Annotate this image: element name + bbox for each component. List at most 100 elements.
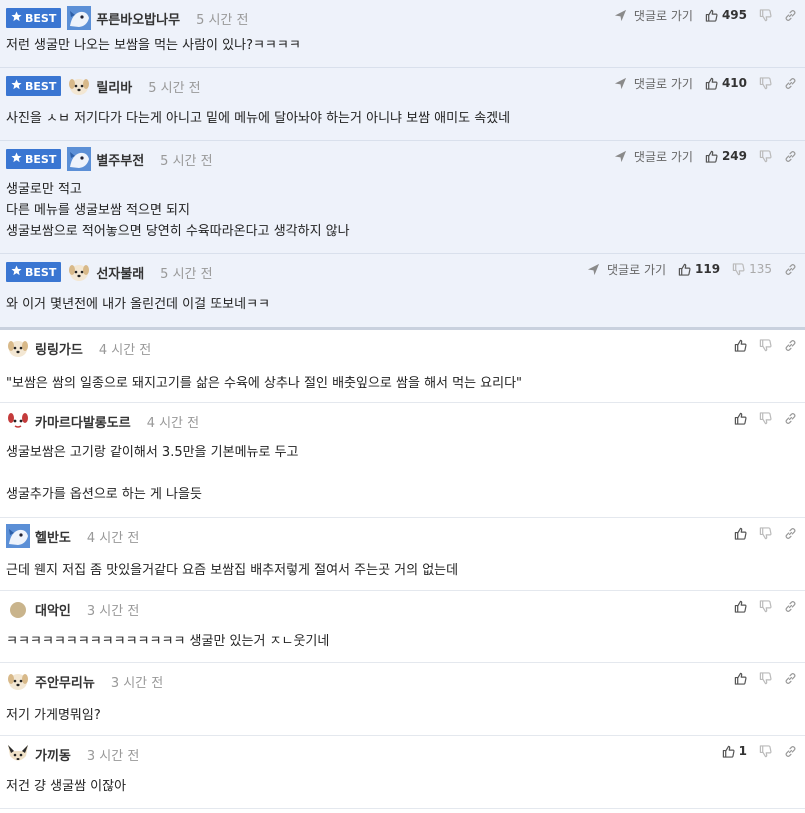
downvote-button[interactable] <box>759 671 772 685</box>
upvote-button[interactable]: 1 <box>722 744 747 758</box>
comment-header: 헬반도 4 시간 전 <box>6 524 139 548</box>
upvote-button[interactable] <box>734 339 747 352</box>
comment-body: 근데 웬지 저집 좀 맛있을거같다 요즘 보쌈집 배추저렇게 절여서 주는곳 거… <box>6 560 458 581</box>
thumbs-up-icon <box>734 339 747 352</box>
upvote-button[interactable] <box>734 672 747 685</box>
downvote-button[interactable] <box>759 526 772 540</box>
reply-link[interactable]: 댓글로 가기 <box>614 148 693 165</box>
comment-item: 카마르다발롱도르 4 시간 전생굴보쌈은 고기랑 같이해서 3.5만을 기본메뉴로… <box>0 403 805 518</box>
fox-avatar[interactable] <box>6 742 30 766</box>
redpuppy-avatar[interactable] <box>6 409 30 433</box>
thumbs-up-icon <box>734 527 747 540</box>
thumbs-down-icon <box>759 411 772 425</box>
share-link-button[interactable] <box>784 263 797 276</box>
upvote-count: 495 <box>721 8 747 22</box>
comment-text-line <box>6 463 299 484</box>
upvote-button[interactable]: 495 <box>705 8 747 22</box>
share-link-button[interactable] <box>784 527 797 540</box>
bluebird-avatar[interactable] <box>6 524 30 548</box>
upvote-button[interactable]: 249 <box>705 149 747 163</box>
comment-body: ㅋㅋㅋㅋㅋㅋㅋㅋㅋㅋㅋㅋㅋㅋㅋ 생굴만 있는거 ㅈㄴ웃기네 <box>6 631 329 652</box>
share-link-button[interactable] <box>784 150 797 163</box>
reply-link[interactable]: 댓글로 가기 <box>587 261 666 278</box>
upvote-button[interactable]: 410 <box>705 76 747 90</box>
comment-body: 생굴보쌈은 고기랑 같이해서 3.5만을 기본메뉴로 두고생굴추가를 옵션으로 … <box>6 442 299 505</box>
upvote-button[interactable] <box>734 412 747 425</box>
link-icon <box>784 77 797 90</box>
share-link-button[interactable] <box>784 672 797 685</box>
upvote-button[interactable]: 119 <box>678 262 720 276</box>
reply-link-label: 댓글로 가기 <box>633 149 693 164</box>
comment-body: "보쌈은 쌈의 일종으로 돼지고기를 삶은 수육에 상추나 절인 배춧잎으로 쌈… <box>6 373 522 394</box>
puppy-avatar[interactable] <box>67 74 91 98</box>
comment-header: 가끼동 3 시간 전 <box>6 742 139 766</box>
downvote-button[interactable] <box>759 338 772 352</box>
downvote-button[interactable] <box>759 149 772 163</box>
comment-header: BEST 선자불래 5 시간 전 <box>6 260 213 284</box>
downvote-button[interactable] <box>759 76 772 90</box>
comment-actions <box>722 669 797 687</box>
comment-text-line: 저기 가게명뭐임? <box>6 708 101 723</box>
upvote-count: 119 <box>695 262 721 276</box>
best-badge: BEST <box>6 262 62 282</box>
reply-link-label: 댓글로 가기 <box>633 76 693 91</box>
comment-item: BEST 푸른바오밥나무 5 시간 전 댓글로 가기 495 저런 생굴만 나오는 보쌈을… <box>0 0 805 68</box>
thumbs-up-icon <box>678 263 691 276</box>
reply-arrow-icon <box>587 263 603 276</box>
thumbs-down-icon <box>732 262 745 276</box>
upvote-button[interactable] <box>734 527 747 540</box>
share-link-button[interactable] <box>784 77 797 90</box>
nickname[interactable]: 카마르다발롱도르 <box>35 412 131 431</box>
puppy-avatar[interactable] <box>6 336 30 360</box>
share-link-button[interactable] <box>784 339 797 352</box>
downvote-count: 135 <box>749 262 772 276</box>
upvote-button[interactable] <box>734 600 747 613</box>
nickname[interactable]: 릴리바 <box>96 77 132 96</box>
comment-text-line: 생굴보쌈은 고기랑 같이해서 3.5만을 기본메뉴로 두고 <box>6 445 299 460</box>
nickname[interactable]: 선자불래 <box>96 263 144 282</box>
thumbs-down-icon <box>759 671 772 685</box>
bluebird-avatar[interactable] <box>67 147 92 171</box>
link-icon <box>784 150 797 163</box>
comment-body: 저건 걍 생굴쌈 이잖아 <box>6 776 126 797</box>
bluebird-avatar[interactable] <box>67 6 92 30</box>
downvote-button[interactable] <box>759 8 772 22</box>
nickname[interactable]: 푸른바오밥나무 <box>96 9 180 28</box>
share-link-button[interactable] <box>784 412 797 425</box>
comment-text-line: 생굴보쌈으로 적어놓으면 당연히 수육따라온다고 생각하지 않나 <box>6 224 350 239</box>
thumbs-up-icon <box>705 150 718 163</box>
downvote-button[interactable] <box>759 744 772 758</box>
nickname[interactable]: 링링가드 <box>35 339 83 358</box>
downvote-button[interactable] <box>759 411 772 425</box>
egg-avatar[interactable] <box>6 597 30 621</box>
comment-body: 저런 생굴만 나오는 보쌈을 먹는 사람이 있나?ㅋㅋㅋㅋ <box>6 35 301 56</box>
downvote-button[interactable]: 135 <box>732 262 772 276</box>
nickname[interactable]: 가끼동 <box>35 745 71 764</box>
comment-header: BEST 별주부전 5 시간 전 <box>6 147 213 171</box>
upvote-count: 249 <box>721 149 747 163</box>
comment-item: BEST 릴리바 5 시간 전 댓글로 가기 410 사진을 ㅅㅂ 저기다가 다는게 아니… <box>0 68 805 141</box>
share-link-button[interactable] <box>784 9 797 22</box>
comment-header: 대악인 3 시간 전 <box>6 597 139 621</box>
best-badge-label: BEST <box>25 152 57 166</box>
timestamp: 4 시간 전 <box>146 415 200 431</box>
nickname[interactable]: 대악인 <box>35 600 71 619</box>
link-icon <box>784 339 797 352</box>
share-link-button[interactable] <box>784 600 797 613</box>
puppy-avatar[interactable] <box>67 260 91 284</box>
nickname[interactable]: 주안무리뉴 <box>35 672 95 691</box>
share-link-button[interactable] <box>784 745 797 758</box>
comment-actions <box>722 409 797 427</box>
comment-actions: 댓글로 가기 249 <box>602 147 797 165</box>
comment-text-line: 생굴추가를 옵션으로 하는 게 나을듯 <box>6 487 202 502</box>
nickname[interactable]: 별주부전 <box>96 150 144 169</box>
reply-link[interactable]: 댓글로 가기 <box>614 75 693 92</box>
comment-body: 저기 가게명뭐임? <box>6 705 101 726</box>
downvote-button[interactable] <box>759 599 772 613</box>
puppy-avatar[interactable] <box>6 669 30 693</box>
nickname[interactable]: 헬반도 <box>35 527 71 546</box>
comment-item: 헬반도 4 시간 전근데 웬지 저집 좀 맛있을거같다 요즘 보쌈집 배추저렇게 … <box>0 518 805 591</box>
reply-arrow-icon <box>614 150 630 163</box>
reply-link[interactable]: 댓글로 가기 <box>614 7 693 24</box>
thumbs-down-icon <box>759 744 772 758</box>
